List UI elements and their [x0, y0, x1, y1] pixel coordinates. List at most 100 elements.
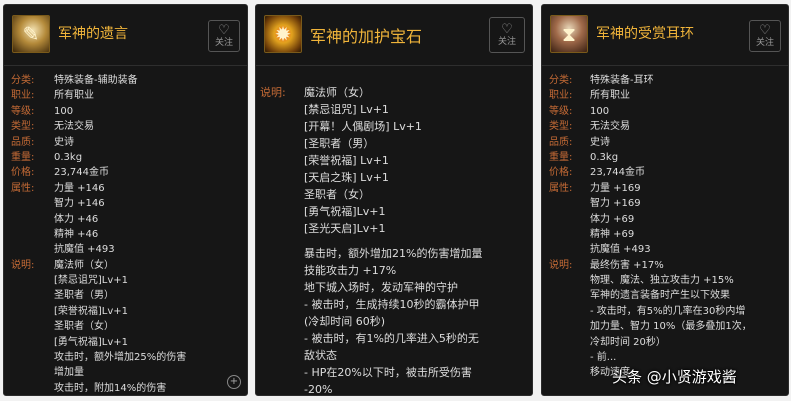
attribute-row: 冷却时间 20秒） [542, 335, 788, 350]
description-line: 暴击时，额外增加21%的伤害增加量 [256, 245, 532, 262]
attribute-row: 品质: 史诗 [542, 135, 788, 150]
description-text: - HP在20%以下时，被击所受伤害 [304, 366, 472, 379]
attribute-value: 攻击时，额外增加25%的伤害 [54, 352, 187, 364]
description-text: 地下城入场时，发动军神的守护 [304, 281, 458, 294]
attribute-row: 等级: 100 [4, 104, 247, 119]
item-name: 军神的加护宝石 [310, 27, 423, 46]
attribute-row: 重量: 0.3kg [542, 150, 788, 165]
attribute-row: 抗魔值 +493 [542, 242, 788, 257]
tooltip-header: ✎ 军神的遗言 ♡ 关注 [4, 5, 247, 66]
description-line: (冷却时间 60秒) [256, 313, 532, 330]
attribute-list: 分类: 特殊装备-耳环 职业: 所有职业 等级: 100 类型: 无法交易 品质: 史诗 重量: 0.… [542, 73, 788, 381]
attribute-key: 职业: [549, 90, 573, 102]
attribute-value: 0.3kg [54, 151, 83, 163]
attribute-row: 属性: 力量 +146 [4, 181, 247, 196]
attribute-value: 力量 +146 [54, 182, 105, 194]
earring-icon: ⧗ [561, 22, 577, 46]
attribute-value: 100 [54, 105, 74, 117]
attribute-key: 等级: [11, 105, 35, 117]
attribute-value: 所有职业 [590, 90, 630, 102]
attribute-row: 攻击时，额外增加25%的伤害 [4, 350, 247, 365]
item-icon: ⧗ [550, 15, 588, 53]
description-text: [禁忌诅咒] Lv+1 [304, 103, 389, 116]
attribute-value: - 前... [590, 352, 617, 364]
attribute-value: 圣职者（男） [54, 290, 114, 302]
attribute-row: 攻击时，附加14%的伤害 [4, 381, 247, 395]
watermark: 头条 @小贤游戏酱 [612, 368, 737, 386]
attribute-value: 智力 +146 [54, 198, 105, 210]
follow-button[interactable]: ♡ 关注 [208, 20, 240, 52]
description-text: [开幕！人偶剧场] Lv+1 [304, 120, 422, 133]
description-text: (冷却时间 60秒) [304, 315, 386, 328]
expand-icon[interactable]: + [227, 375, 241, 389]
attribute-value: [荣誉祝福]Lv+1 [54, 305, 129, 317]
attribute-key: 职业: [11, 90, 35, 102]
heart-icon: ♡ [218, 23, 230, 38]
attribute-value: 最终伤害 +17% [590, 259, 664, 271]
attribute-key: 分类: [549, 75, 573, 86]
heart-icon: ♡ [759, 23, 771, 38]
attribute-row: 圣职者（男） [4, 288, 247, 303]
item-icon: ✹ [264, 15, 302, 53]
item-tooltip-panel-3: ⧗ 军神的受赏耳环 ♡ 关注 分类: 特殊装备-耳环 职业: 所有职业 等级: 100 类型… [541, 4, 789, 396]
follow-label: 关注 [214, 38, 233, 48]
attribute-row: 类型: 无法交易 [542, 119, 788, 134]
attribute-row: 精神 +69 [542, 227, 788, 242]
description-text: [天启之珠] Lv+1 [304, 171, 389, 184]
description-line: [荣誉祝福] Lv+1 [256, 152, 532, 169]
attribute-row: 增加量 [4, 365, 247, 380]
attribute-value: 史诗 [54, 136, 74, 148]
attribute-value: 0.3kg [590, 151, 619, 163]
attribute-row: - 攻击时，有5%的几率在30秒内增 [542, 304, 788, 319]
description-text: 圣职者（女） [304, 188, 370, 201]
attribute-value: 精神 +46 [54, 228, 99, 240]
follow-button[interactable]: ♡ 关注 [489, 17, 525, 53]
item-name: 军神的受赏耳环 [596, 26, 694, 42]
attribute-key: 类型: [549, 121, 573, 133]
attribute-key: 分类: [11, 75, 35, 86]
description-text: - 被击时，有1%的几率进入5秒的无 [304, 332, 479, 345]
attribute-row: 智力 +146 [4, 196, 247, 211]
attribute-key: 重量: [11, 151, 35, 163]
attribute-value: 23,744金币 [54, 167, 109, 179]
attribute-key: 类型: [11, 121, 35, 133]
follow-button[interactable]: ♡ 关注 [749, 20, 781, 52]
attribute-value: 圣职者（女） [54, 321, 114, 333]
description-text: [勇气祝福]Lv+1 [304, 205, 386, 218]
attribute-value: 物理、魔法、独立攻击力 +15% [590, 275, 734, 287]
item-tooltip-panel-1: ✎ 军神的遗言 ♡ 关注 分类: 特殊装备-辅助装备 职业: 所有职业等级: 100 类型… [3, 4, 248, 396]
attribute-value: 力量 +169 [590, 182, 641, 194]
item-tooltip-panel-2: ✹ 军神的加护宝石 ♡ 关注 说明: 魔法师（女） [禁忌诅咒] Lv+1 [开幕！人… [255, 4, 533, 396]
attribute-row: 重量: 0.3kg [4, 150, 247, 165]
attribute-value: 智力 +169 [590, 198, 641, 210]
description-text: 暴击时，额外增加21%的伤害增加量 [304, 247, 483, 260]
description-line: - HP在20%以下时，被击所受伤害 [256, 364, 532, 381]
attribute-row: 职业: 所有职业 [542, 88, 788, 103]
attribute-row: [荣誉祝福]Lv+1 [4, 304, 247, 319]
attribute-row: 说明: 最终伤害 +17% [542, 258, 788, 273]
description-text: [圣光天启]Lv+1 [304, 222, 386, 235]
attribute-value: 23,744金币 [590, 167, 645, 179]
attribute-row: 抗魔值 +493 [4, 242, 247, 257]
attribute-key: 价格: [549, 167, 573, 179]
attribute-key: 重量: [549, 151, 573, 163]
attribute-key: 等级: [549, 105, 573, 117]
attribute-value: 体力 +46 [54, 213, 99, 225]
attribute-row: 分类: 特殊装备-辅助装备 [4, 73, 247, 88]
description-line: - 被击时，有1%的几率进入5秒的无 [256, 330, 532, 347]
attribute-row: 属性: 力量 +169 [542, 181, 788, 196]
description-line: [圣光天启]Lv+1 [256, 220, 532, 237]
item-name: 军神的遗言 [58, 26, 128, 42]
description-text: -20% [304, 383, 333, 396]
attribute-value: 增加量 [54, 367, 84, 379]
attribute-row: 精神 +46 [4, 227, 247, 242]
attribute-value: 攻击时，附加14%的伤害 [54, 382, 167, 394]
attribute-key: 属性: [549, 182, 573, 194]
attribute-value: 100 [590, 105, 610, 117]
description-text: 敌状态 [304, 349, 337, 362]
attribute-row: - 前... [542, 350, 788, 365]
attribute-row: 军神的遗言装备时产生以下效果 [542, 288, 788, 303]
attribute-row: 职业: 所有职业 [4, 88, 247, 103]
attribute-value: 抗魔值 +493 [590, 244, 651, 256]
